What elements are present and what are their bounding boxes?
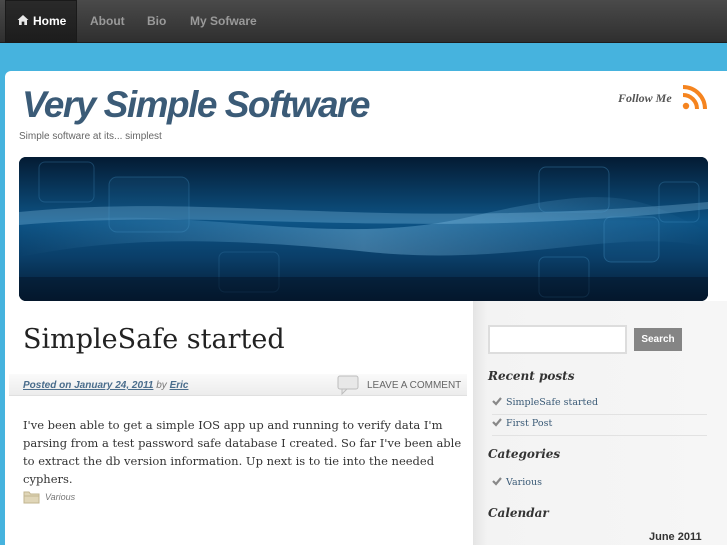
post-author-link[interactable]: Eric — [170, 380, 189, 391]
post-meta: Posted on January 24, 2011 by Eric — [23, 380, 188, 391]
leave-comment-link[interactable]: LEAVE A COMMENT — [367, 380, 461, 391]
search-button[interactable]: Search — [634, 328, 682, 351]
post-title[interactable]: SimpleSafe started — [23, 324, 285, 355]
comment-icon[interactable] — [337, 375, 359, 395]
recent-post-label: First Post — [506, 418, 553, 429]
recent-posts-title: Recent posts — [488, 369, 575, 383]
rss-icon[interactable] — [682, 85, 707, 110]
content-sheet: Very Simple Software Simple software at … — [5, 71, 727, 545]
top-navigation: Home About Bio My Sofware — [0, 0, 727, 43]
folder-icon — [23, 491, 40, 504]
follow-me-label: Follow Me — [618, 91, 672, 105]
recent-post-item[interactable]: SimpleSafe started — [492, 395, 707, 415]
check-icon — [492, 477, 502, 486]
nav-bio[interactable]: Bio — [147, 0, 166, 43]
recent-post-item[interactable]: First Post — [492, 416, 707, 436]
header-banner-image — [19, 157, 708, 301]
post-category-link[interactable]: Various — [45, 492, 75, 502]
nav-my-software[interactable]: My Sofware — [190, 0, 257, 43]
home-icon — [17, 15, 29, 25]
search-input[interactable] — [488, 325, 627, 354]
nav-home-label: Home — [33, 14, 67, 28]
recent-post-label: SimpleSafe started — [506, 397, 599, 408]
nav-home[interactable]: Home — [5, 0, 77, 43]
check-icon — [492, 397, 502, 406]
nav-about[interactable]: About — [90, 0, 125, 43]
post-meta-bar: Posted on January 24, 2011 by Eric LEAVE… — [9, 374, 467, 396]
post-body: I've been able to get a simple IOS app u… — [23, 418, 462, 486]
check-icon — [492, 418, 502, 427]
category-label: Various — [506, 477, 542, 488]
site-tagline: Simple software at its... simplest — [19, 131, 162, 142]
post-date-link[interactable]: Posted on January 24, 2011 — [23, 380, 153, 391]
post-by: by — [156, 380, 167, 391]
site-title[interactable]: Very Simple Software — [22, 84, 371, 126]
category-item[interactable]: Various — [492, 475, 707, 495]
